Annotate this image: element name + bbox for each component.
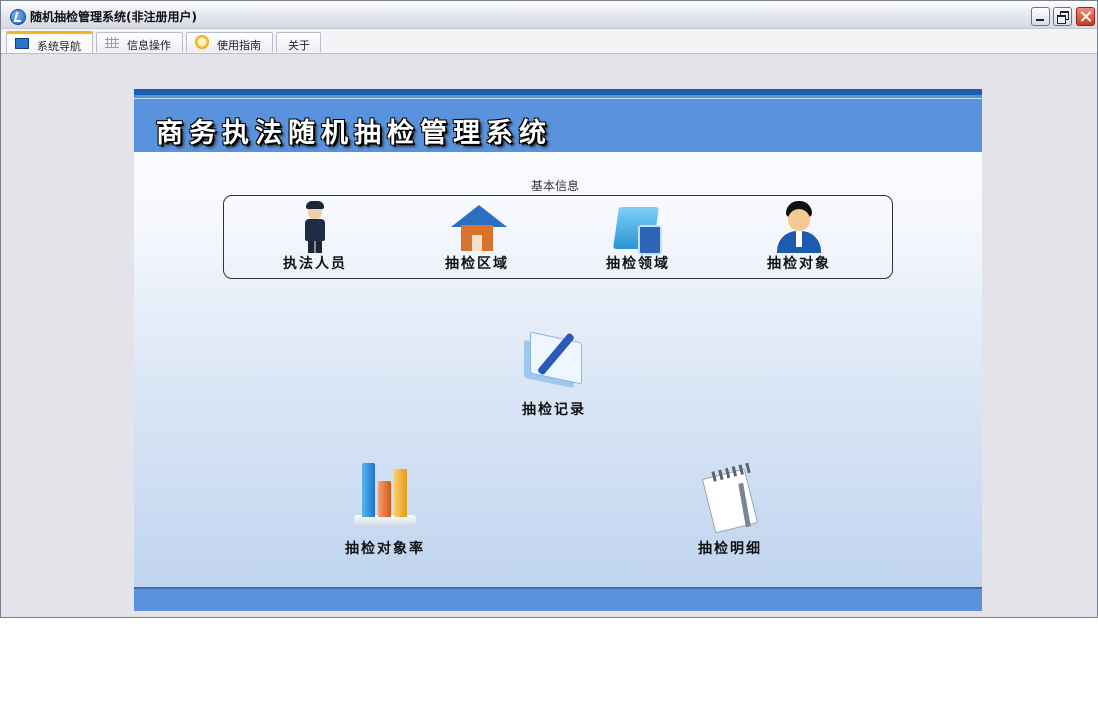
nav-item-label: 抽检明细 xyxy=(698,541,762,557)
banner-title: 商务执法随机抽检管理系统 xyxy=(156,118,552,149)
nav-inspection-target[interactable]: 抽检对象 xyxy=(759,201,839,273)
app-logo-icon xyxy=(10,9,26,25)
navigation-panel: 商务执法随机抽检管理系统 基本信息 执法人员 抽检区域 抽检领域 抽检对象 抽检… xyxy=(134,89,982,611)
title-bar[interactable]: 随机抽检管理系统(非注册用户) xyxy=(1,1,1097,29)
nav-item-label: 抽检领域 xyxy=(606,256,670,272)
system-banner: 商务执法随机抽检管理系统 xyxy=(134,89,982,152)
grid-icon xyxy=(105,37,119,48)
nav-item-label: 抽检区域 xyxy=(445,256,509,272)
nav-inspection-details[interactable]: 抽检明细 xyxy=(690,462,770,558)
nav-item-label: 抽检对象 xyxy=(767,256,831,272)
nav-law-officers[interactable]: 执法人员 xyxy=(280,201,350,273)
basic-info-label: 基本信息 xyxy=(531,179,580,193)
tab-label: 信息操作 xyxy=(127,39,171,52)
app-window: 随机抽检管理系统(非注册用户) 系统导航 信息操作 使用指南 关于 商务执法随机… xyxy=(0,0,1098,618)
nav-inspection-records[interactable]: 抽检记录 xyxy=(514,327,594,419)
record-icon xyxy=(518,327,590,391)
person-icon xyxy=(774,201,824,253)
tab-label: 关于 xyxy=(288,39,310,52)
footer-band xyxy=(134,587,982,611)
folder-icon xyxy=(613,201,662,255)
nav-item-label: 执法人员 xyxy=(283,256,347,272)
nav-inspection-area[interactable]: 抽检区域 xyxy=(437,201,517,273)
close-button[interactable] xyxy=(1076,7,1095,26)
restore-button[interactable] xyxy=(1053,7,1072,26)
tab-label: 使用指南 xyxy=(217,39,261,52)
nav-inspection-field[interactable]: 抽检领域 xyxy=(598,201,678,273)
nav-item-label: 抽检对象率 xyxy=(345,541,425,557)
tab-bar: 系统导航 信息操作 使用指南 关于 xyxy=(1,29,1097,54)
tab-user-guide[interactable]: 使用指南 xyxy=(186,32,273,52)
police-officer-icon xyxy=(300,201,330,253)
nav-item-label: 抽检记录 xyxy=(522,402,586,418)
tab-about[interactable]: 关于 xyxy=(276,32,321,52)
window-title: 随机抽检管理系统(非注册用户) xyxy=(30,10,197,24)
monitor-icon xyxy=(15,38,29,49)
notepad-icon xyxy=(698,462,762,534)
tab-label: 系统导航 xyxy=(37,40,81,53)
minimize-button[interactable] xyxy=(1031,7,1050,26)
guide-icon xyxy=(195,35,209,49)
house-icon xyxy=(449,201,507,253)
nav-target-rate[interactable]: 抽检对象率 xyxy=(340,463,430,558)
tab-info-ops[interactable]: 信息操作 xyxy=(96,32,183,52)
bar-chart-icon xyxy=(352,463,418,531)
tab-system-nav[interactable]: 系统导航 xyxy=(6,31,93,53)
